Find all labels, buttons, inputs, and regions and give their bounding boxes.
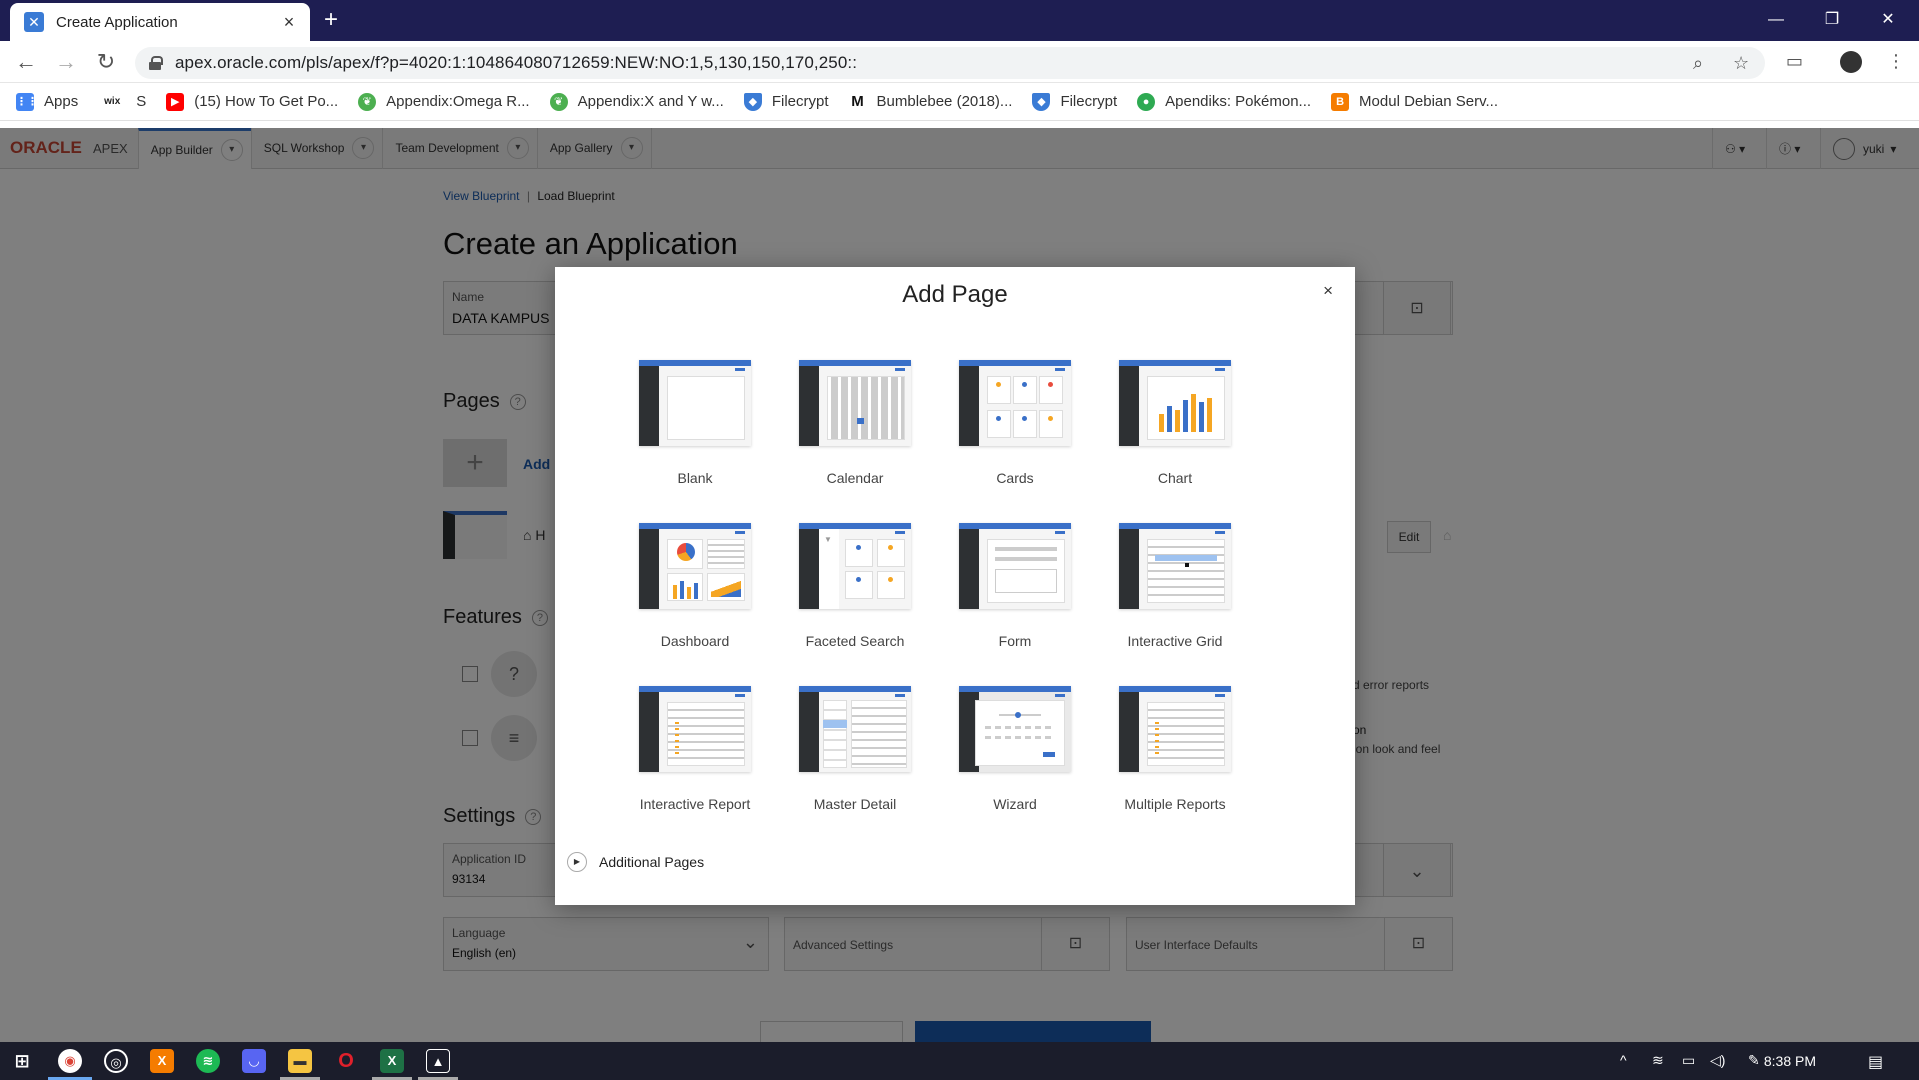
battery-icon[interactable]: ▭ [1682,1052,1695,1069]
chevron-up-icon[interactable]: ^ [1620,1052,1627,1068]
bookmark-youtube[interactable]: ▶ (15) How To Get Po... [166,92,338,111]
reload-icon[interactable]: ↻ [92,49,120,77]
wizard-icon [959,686,1071,772]
leaf-icon: ❦ [549,92,568,111]
interactive-grid-icon [1119,523,1231,609]
master-detail-icon [799,686,911,772]
tile-calendar[interactable]: Calendar [775,360,935,510]
profile-avatar-icon[interactable] [1840,51,1862,73]
file-explorer-icon[interactable]: ▬ [288,1049,312,1073]
calendar-icon [799,360,911,446]
browser-tab[interactable]: ✕ Create Application × [10,3,310,41]
windows-taskbar: ⊞ ◉ ◎ X ≋ ◡ ▬ O X ▲ ^ ≋ ▭ ◁) ✎ 8:38 PM ▤ [0,1042,1919,1080]
omnibox[interactable]: apex.oracle.com/pls/apex/f?p=4020:1:1048… [135,47,1765,79]
tile-cards[interactable]: Cards [935,360,1095,510]
browser-tab-bar: ✕ Create Application × + — ❐ ✕ [0,0,1919,41]
dialog-title: Add Page [902,281,1008,308]
bookmark-bumblebee[interactable]: M Bumblebee (2018)... [848,92,1012,111]
bookmark-filecrypt-2[interactable]: ◆ Filecrypt [1032,92,1117,111]
tile-faceted-search[interactable]: ▼ Faceted Search [775,523,935,673]
tile-master-detail[interactable]: Master Detail [775,686,935,836]
cards-icon [959,360,1071,446]
youtube-icon: ▶ [166,92,185,111]
volume-icon[interactable]: ◁) [1710,1052,1725,1069]
apex-favicon-icon: ✕ [24,12,44,32]
bookmark-appendix-omega[interactable]: ❦ Appendix:Omega R... [358,92,530,111]
multiple-reports-icon [1119,686,1231,772]
form-icon [959,523,1071,609]
shield-icon: ◆ [743,92,762,111]
photos-icon[interactable]: ▲ [426,1049,450,1073]
zoom-icon[interactable]: ⌕ [1693,53,1703,74]
blogger-icon: B [1331,92,1350,111]
bookmark-filecrypt-1[interactable]: ◆ Filecrypt [743,92,829,111]
notifications-icon[interactable]: ▤ [1868,1052,1883,1072]
bookmark-pokemon[interactable]: ● Apendiks: Pokémon... [1137,92,1311,111]
clock[interactable]: 8:38 PM [1764,1053,1816,1069]
forward-icon[interactable]: → [52,49,80,77]
tile-multiple-reports[interactable]: Multiple Reports [1095,686,1255,836]
minimize-icon[interactable]: — [1753,6,1799,34]
opera-icon[interactable]: O [334,1049,358,1073]
leaf-icon: ❦ [358,92,377,111]
close-window-icon[interactable]: ✕ [1865,6,1911,34]
url-text[interactable]: apex.oracle.com/pls/apex/f?p=4020:1:1048… [175,53,857,73]
tile-interactive-grid[interactable]: Interactive Grid [1095,523,1255,673]
obs-icon[interactable]: ◎ [104,1049,128,1073]
restore-icon[interactable]: ❐ [1809,6,1855,34]
wix-icon: wix [98,92,127,111]
pokeball-icon: ● [1137,92,1156,111]
discord-icon[interactable]: ◡ [242,1049,266,1073]
bookmark-wix[interactable]: wix S [98,92,146,111]
tile-chart[interactable]: Chart [1095,360,1255,510]
tile-blank[interactable]: Blank [615,360,775,510]
add-page-dialog: Add Page × Blank Calendar Cards Chart Da… [555,267,1355,905]
apps-grid-icon: ⋮⋮ [16,92,38,111]
lock-icon[interactable] [149,56,163,70]
tile-interactive-report[interactable]: Interactive Report [615,686,775,836]
bookmark-appendix-xy[interactable]: ❦ Appendix:X and Y w... [549,92,724,111]
tab-title: Create Application [56,13,178,31]
m-logo-icon: M [848,92,867,111]
new-tab-button[interactable]: + [324,8,338,32]
spotify-icon[interactable]: ≋ [196,1049,220,1073]
bookmark-star-icon[interactable]: ☆ [1733,53,1749,74]
bookmark-apps[interactable]: ⋮⋮ Apps [16,92,78,111]
tile-wizard[interactable]: Wizard [935,686,1095,836]
dashboard-icon [639,523,751,609]
bookmark-debian[interactable]: B Modul Debian Serv... [1331,92,1498,111]
faceted-search-icon: ▼ [799,523,911,609]
wifi-icon[interactable]: ≋ [1652,1052,1664,1069]
tile-dashboard[interactable]: Dashboard [615,523,775,673]
bookmarks-bar: ⋮⋮ Apps wix S ▶ (15) How To Get Po... ❦ … [0,83,1919,121]
back-icon[interactable]: ← [12,49,40,77]
interactive-report-icon [639,686,751,772]
address-bar: ← → ↻ apex.oracle.com/pls/apex/f?p=4020:… [0,41,1919,83]
blank-page-icon [639,360,751,446]
excel-icon[interactable]: X [380,1049,404,1073]
windows-start-icon[interactable]: ⊞ [10,1049,34,1073]
close-icon[interactable]: × [1323,281,1333,301]
pen-icon[interactable]: ✎ [1748,1052,1760,1069]
tab-close-icon[interactable]: × [278,11,300,33]
xampp-icon[interactable]: X [150,1049,174,1073]
bar-chart-icon [1119,360,1231,446]
expand-triangle-icon: ▶ [567,852,587,872]
additional-pages-toggle[interactable]: ▶ Additional Pages [567,852,704,872]
tile-form[interactable]: Form [935,523,1095,673]
shield-icon: ◆ [1032,92,1051,111]
menu-kebab-icon[interactable]: ⋮ [1887,51,1905,72]
cast-icon[interactable]: ▭ [1786,51,1803,72]
chrome-icon[interactable]: ◉ [58,1049,82,1073]
